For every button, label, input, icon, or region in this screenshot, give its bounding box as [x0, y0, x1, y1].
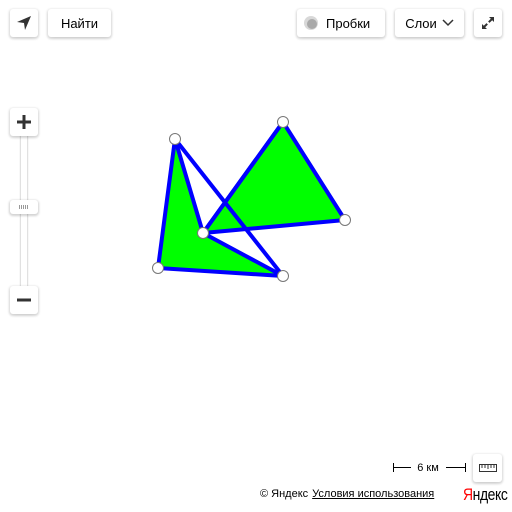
- yandex-logo[interactable]: Яндекс: [463, 485, 508, 505]
- scale-cap-right: [465, 463, 466, 472]
- arrow-cursor-icon: [17, 16, 31, 30]
- zoom-in-button[interactable]: [10, 108, 38, 136]
- scale-bar-right: [446, 467, 465, 468]
- minus-icon: [17, 298, 31, 302]
- polygon-vertex-handle[interactable]: [277, 116, 289, 128]
- geolocation-button[interactable]: [10, 9, 38, 37]
- traffic-light-icon: [304, 16, 318, 30]
- ruler-button[interactable]: [473, 454, 502, 482]
- zoom-out-button[interactable]: [10, 286, 38, 314]
- layers-button[interactable]: Слои: [395, 9, 464, 37]
- polygon-vertex-handle[interactable]: [169, 133, 181, 145]
- yandex-logo-rest: ндекс: [472, 485, 508, 504]
- copyright-bar: © Яндекс Условия использования: [260, 488, 434, 500]
- find-button[interactable]: Найти: [48, 9, 111, 37]
- map-polygon-right[interactable]: [201, 120, 347, 235]
- scale-bar-left: [393, 467, 411, 468]
- polygon-vertex-handle[interactable]: [277, 270, 289, 282]
- fullscreen-button[interactable]: [474, 9, 502, 37]
- expand-icon: [482, 17, 494, 29]
- yandex-logo-first-letter: Я: [463, 485, 473, 504]
- chevron-down-icon: [442, 19, 454, 27]
- map-canvas[interactable]: [0, 0, 512, 512]
- polygon-vertex-handle[interactable]: [152, 262, 164, 274]
- zoom-slider-thumb[interactable]: [10, 200, 38, 214]
- layers-button-label: Слои: [405, 15, 437, 31]
- find-button-label: Найти: [60, 15, 99, 31]
- scale-label: 6 км: [417, 462, 439, 474]
- plus-icon: [17, 115, 31, 129]
- ruler-icon: [478, 464, 497, 472]
- terms-of-use-link[interactable]: Условия использования: [312, 488, 434, 500]
- polygon-vertex-handle[interactable]: [197, 227, 209, 239]
- copyright-text: © Яндекс: [260, 488, 309, 500]
- scale-line: 6 км: [393, 461, 466, 475]
- traffic-button[interactable]: Пробки: [297, 9, 385, 37]
- polygon-vertex-handle[interactable]: [339, 214, 351, 226]
- traffic-button-label: Пробки: [326, 15, 371, 31]
